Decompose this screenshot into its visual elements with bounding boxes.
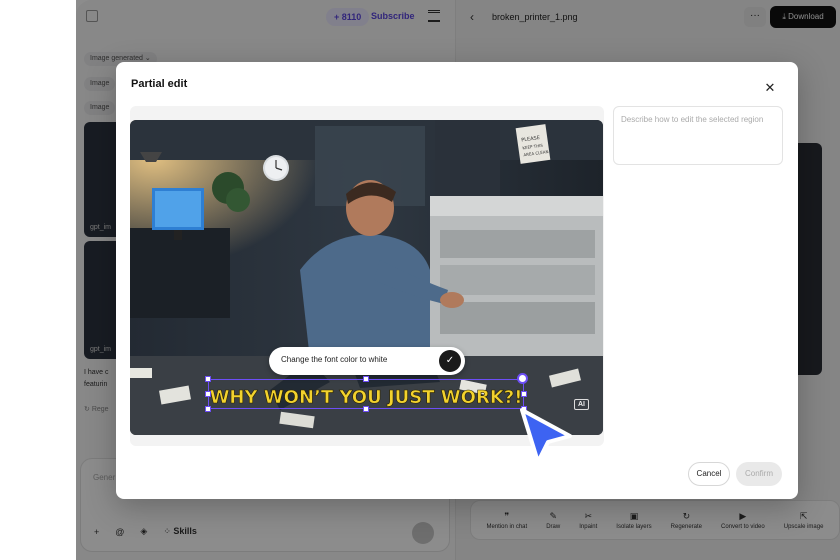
selection-box[interactable] <box>208 379 524 409</box>
cancel-button[interactable]: Cancel <box>688 462 730 486</box>
description-placeholder: Describe how to edit the selected region <box>621 115 764 124</box>
pointer-cursor-icon <box>520 408 572 464</box>
dialog-title: Partial edit <box>131 78 188 90</box>
resize-handle[interactable] <box>205 406 211 412</box>
resize-handle[interactable] <box>205 391 211 397</box>
description-textarea[interactable]: Describe how to edit the selected region <box>613 106 783 165</box>
partial-edit-dialog: Partial edit ✕ PLEASE KEEP THIS AREA CLE… <box>116 62 798 499</box>
page-margin <box>0 0 76 560</box>
resize-handle[interactable] <box>363 376 369 382</box>
resize-handle[interactable] <box>521 391 527 397</box>
resize-handle[interactable] <box>205 376 211 382</box>
check-icon[interactable]: ✓ <box>439 350 461 372</box>
edit-canvas[interactable]: PLEASE KEEP THIS AREA CLEAN WHY WON’T YO… <box>130 106 604 446</box>
rotate-handle[interactable] <box>517 373 528 384</box>
close-icon[interactable]: ✕ <box>762 80 778 96</box>
resize-handle[interactable] <box>363 406 369 412</box>
edit-prompt-text[interactable]: Change the font color to white <box>281 355 387 364</box>
edit-prompt-pill[interactable]: Change the font color to white ✓ <box>269 347 465 375</box>
confirm-button[interactable]: Confirm <box>736 462 782 486</box>
